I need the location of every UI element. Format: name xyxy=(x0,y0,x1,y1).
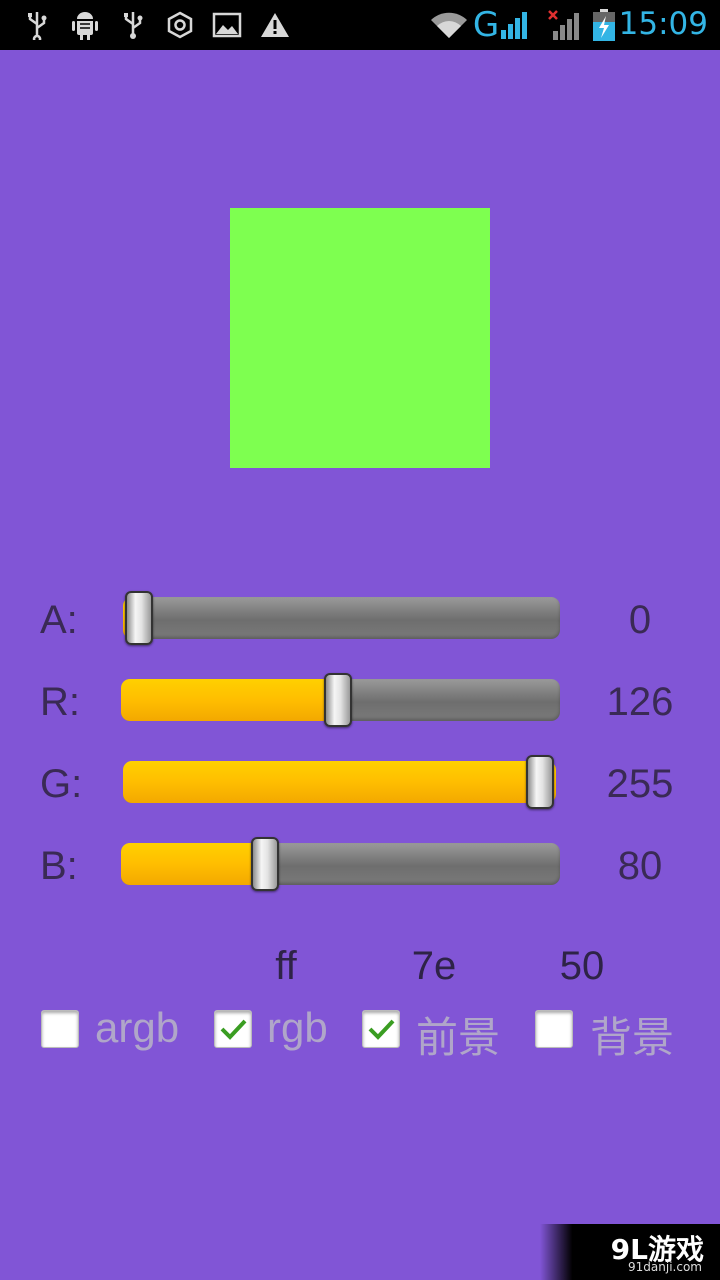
argb-checkbox-label[interactable]: argb xyxy=(95,1004,179,1052)
slider-label: G: xyxy=(40,762,83,806)
foreground-checkbox[interactable] xyxy=(362,1010,400,1048)
blue-slider[interactable] xyxy=(121,837,560,891)
slider-thumb[interactable] xyxy=(125,591,153,645)
slider-label: B: xyxy=(40,844,78,888)
slider-value: 80 xyxy=(617,844,663,888)
alpha-slider[interactable] xyxy=(123,591,560,645)
wifi-icon xyxy=(428,9,470,41)
usb-icon xyxy=(22,9,52,41)
network-type-label: G xyxy=(472,5,500,45)
warning-icon xyxy=(260,9,290,41)
rgb-checkbox-label[interactable]: rgb xyxy=(267,1004,328,1052)
argb-checkbox[interactable] xyxy=(41,1010,79,1048)
battery-charging-icon xyxy=(590,9,618,41)
slider-value: 126 xyxy=(606,680,674,724)
slider-value: 255 xyxy=(606,762,674,806)
checkmark-icon xyxy=(368,1019,395,1040)
background-checkbox[interactable] xyxy=(535,1010,573,1048)
checkmark-icon xyxy=(220,1019,247,1040)
background-checkbox-label[interactable]: 背景 xyxy=(590,1004,674,1065)
slider-label: R: xyxy=(40,680,80,724)
watermark-logo: 9L游戏 91danji.com xyxy=(540,1224,720,1280)
slider-label: A: xyxy=(40,598,78,642)
slider-thumb[interactable] xyxy=(250,837,279,891)
signal-icon: G xyxy=(470,5,532,45)
foreground-checkbox-label[interactable]: 前景 xyxy=(416,1004,500,1065)
clock: 15:09 xyxy=(618,6,708,42)
color-preview-swatch xyxy=(230,208,490,468)
rgb-checkbox[interactable] xyxy=(214,1010,252,1048)
green-slider[interactable] xyxy=(123,755,556,809)
image-icon xyxy=(212,9,242,41)
slider-thumb[interactable] xyxy=(324,673,353,727)
hex-green-value: 7e xyxy=(411,944,457,988)
hex-red-value: ff xyxy=(275,944,297,988)
slider-thumb[interactable] xyxy=(526,755,554,809)
no-signal-icon xyxy=(546,9,584,41)
slider-fill xyxy=(121,843,265,885)
slider-fill xyxy=(121,679,339,721)
usb-icon xyxy=(118,9,148,41)
hex-blue-value: 50 xyxy=(559,944,605,988)
android-debug-icon xyxy=(70,9,100,41)
slider-value: 0 xyxy=(628,598,652,642)
red-slider[interactable] xyxy=(121,673,560,727)
settings-hex-icon xyxy=(165,9,195,41)
watermark-url: 91danji.com xyxy=(628,1260,702,1274)
slider-fill xyxy=(123,761,556,803)
status-bar: G 15:09 xyxy=(0,0,720,50)
